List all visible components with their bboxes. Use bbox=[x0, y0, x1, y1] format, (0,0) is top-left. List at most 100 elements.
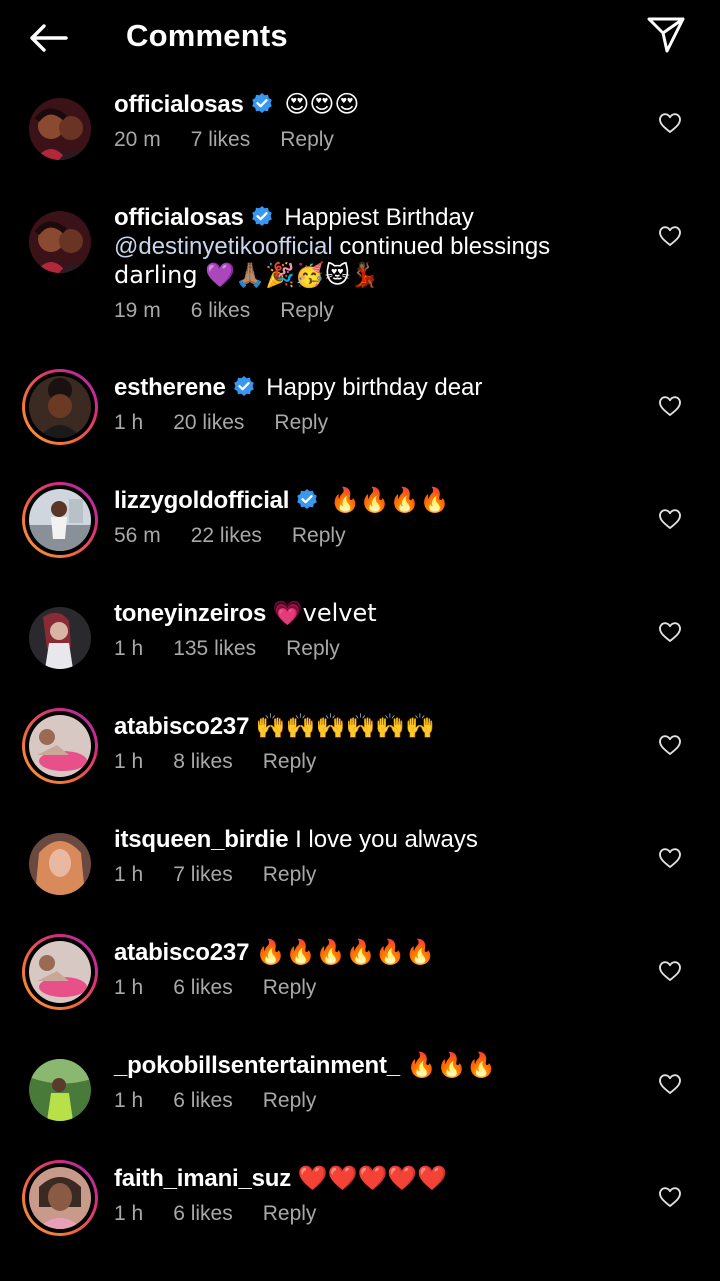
comment-text: 💗velvet bbox=[272, 599, 377, 627]
share-button[interactable] bbox=[642, 12, 690, 58]
comment-likes[interactable]: 6 likes bbox=[173, 975, 233, 1001]
heart-icon[interactable] bbox=[658, 734, 682, 756]
comment-body: officialosas 😍😍😍 20 m 7 likes Reply bbox=[114, 90, 614, 153]
comment-username[interactable]: officialosas bbox=[114, 91, 244, 118]
comment-likes[interactable]: 7 likes bbox=[191, 127, 251, 153]
heart-icon[interactable] bbox=[658, 621, 682, 643]
avatar-photo bbox=[29, 941, 91, 1003]
page-title: Comments bbox=[126, 18, 288, 53]
comment-text: continued blessings bbox=[332, 233, 551, 260]
comment-likes[interactable]: 6 likes bbox=[191, 298, 251, 324]
reply-button[interactable]: Reply bbox=[292, 523, 346, 549]
comment-likes[interactable]: 135 likes bbox=[173, 636, 256, 662]
top-bar: Comments bbox=[0, 0, 720, 76]
comment-item: _pokobillsentertainment_ 🔥🔥🔥 1 h 6 likes R… bbox=[0, 1037, 720, 1150]
heart-icon[interactable] bbox=[658, 1186, 682, 1208]
comment-likes[interactable]: 6 likes bbox=[173, 1088, 233, 1114]
heart-icon[interactable] bbox=[658, 395, 682, 417]
reply-button[interactable]: Reply bbox=[286, 636, 340, 662]
verified-badge-icon bbox=[251, 93, 272, 113]
avatar[interactable] bbox=[22, 708, 98, 784]
comment-username[interactable]: estherene bbox=[114, 374, 226, 401]
avatar-photo bbox=[29, 715, 91, 777]
comment-text: darling 💜🙏🏽🎉🥳😻💃🏾 bbox=[114, 261, 380, 289]
comment-body: estherene Happy birthday dear 1 h 20 like… bbox=[114, 373, 614, 436]
comment-username[interactable]: _pokobillsentertainment_ bbox=[114, 1052, 400, 1079]
comment-username[interactable]: toneyinzeiros bbox=[114, 600, 266, 627]
comment-item: officialosas 😍😍😍 20 m 7 likes Reply bbox=[0, 76, 720, 189]
comment-username[interactable]: faith_imani_suz bbox=[114, 1165, 291, 1192]
avatar[interactable] bbox=[22, 1052, 98, 1128]
comment-body: officialosas Happiest Birthday @destinye… bbox=[114, 203, 614, 324]
comment-text: 🔥🔥🔥🔥🔥🔥 bbox=[255, 938, 436, 966]
comment-time: 1 h bbox=[114, 976, 144, 999]
reply-button[interactable]: Reply bbox=[263, 749, 317, 775]
back-button[interactable] bbox=[24, 16, 72, 60]
reply-button[interactable]: Reply bbox=[263, 1201, 317, 1227]
comment-time: 1 h bbox=[114, 411, 144, 434]
comment-meta: 56 m 22 likes Reply bbox=[114, 523, 614, 549]
comment-time: 1 h bbox=[114, 863, 144, 886]
comment-time: 19 m bbox=[114, 299, 161, 322]
comment-body: _pokobillsentertainment_ 🔥🔥🔥 1 h 6 likes R… bbox=[114, 1051, 614, 1114]
verified-badge-icon bbox=[297, 489, 318, 509]
comment-likes[interactable]: 7 likes bbox=[173, 862, 233, 888]
comment-item: estherene Happy birthday dear 1 h 20 like… bbox=[0, 359, 720, 472]
comment-username[interactable]: atabisco237 bbox=[114, 713, 249, 740]
comment-item: toneyinzeiros 💗velvet 1 h 135 likes Reply bbox=[0, 585, 720, 698]
comment-item: itsqueen_birdie I love you always 1 h 7 l… bbox=[0, 811, 720, 924]
comment-text: ❤️❤️❤️❤️❤️ bbox=[297, 1164, 448, 1192]
comment-username[interactable]: atabisco237 bbox=[114, 939, 249, 966]
comment-time: 1 h bbox=[114, 1202, 144, 1225]
comment-item: atabisco237 🙌🙌🙌🙌🙌🙌 1 h 8 likes Reply bbox=[0, 698, 720, 811]
comment-meta: 1 h 8 likes Reply bbox=[114, 749, 614, 775]
heart-icon[interactable] bbox=[658, 1073, 682, 1095]
reply-button[interactable]: Reply bbox=[263, 1088, 317, 1114]
comment-body: itsqueen_birdie I love you always 1 h 7 l… bbox=[114, 825, 614, 888]
comment-text: Happy birthday dear bbox=[266, 374, 483, 401]
reply-button[interactable]: Reply bbox=[280, 127, 334, 153]
comment-likes[interactable]: 20 likes bbox=[173, 410, 244, 436]
reply-button[interactable]: Reply bbox=[280, 298, 334, 324]
comment-meta: 1 h 7 likes Reply bbox=[114, 862, 614, 888]
comment-username[interactable]: lizzygoldofficial bbox=[114, 487, 289, 514]
avatar[interactable] bbox=[22, 826, 98, 902]
heart-icon[interactable] bbox=[658, 847, 682, 869]
comment-time: 20 m bbox=[114, 128, 161, 151]
comment-text: 😍😍😍 bbox=[284, 90, 360, 118]
avatar[interactable] bbox=[22, 369, 98, 445]
comment-text: Happiest Birthday bbox=[284, 204, 474, 231]
reply-button[interactable]: Reply bbox=[274, 410, 328, 436]
reply-button[interactable]: Reply bbox=[263, 862, 317, 888]
comment-time: 56 m bbox=[114, 524, 161, 547]
mention-link[interactable]: @destinyetikoofficial bbox=[114, 233, 333, 260]
comment-likes[interactable]: 6 likes bbox=[173, 1201, 233, 1227]
reply-button[interactable]: Reply bbox=[263, 975, 317, 1001]
comment-body: atabisco237 🔥🔥🔥🔥🔥🔥 1 h 6 likes Reply bbox=[114, 938, 614, 1001]
comment-meta: 1 h 20 likes Reply bbox=[114, 410, 614, 436]
comment-username[interactable]: officialosas bbox=[114, 204, 244, 231]
heart-icon[interactable] bbox=[658, 960, 682, 982]
comment-meta: 1 h 135 likes Reply bbox=[114, 636, 614, 662]
avatar[interactable] bbox=[22, 600, 98, 676]
comment-username[interactable]: itsqueen_birdie bbox=[114, 826, 289, 853]
avatar[interactable] bbox=[22, 934, 98, 1010]
comment-likes[interactable]: 22 likes bbox=[191, 523, 262, 549]
arrow-left-icon bbox=[30, 24, 68, 52]
avatar[interactable] bbox=[22, 91, 98, 167]
comment-likes[interactable]: 8 likes bbox=[173, 749, 233, 775]
avatar[interactable] bbox=[22, 482, 98, 558]
heart-icon[interactable] bbox=[658, 112, 682, 134]
heart-icon[interactable] bbox=[658, 508, 682, 530]
comment-body: lizzygoldofficial 🔥🔥🔥🔥 56 m 22 likes Reply bbox=[114, 486, 614, 549]
avatar[interactable] bbox=[22, 1160, 98, 1236]
comment-text: 🔥🔥🔥🔥 bbox=[329, 486, 450, 514]
comment-item: officialosas Happiest Birthday @destinye… bbox=[0, 189, 720, 359]
avatar[interactable] bbox=[22, 204, 98, 280]
comment-meta: 1 h 6 likes Reply bbox=[114, 975, 614, 1001]
avatar-photo bbox=[29, 98, 91, 160]
heart-icon[interactable] bbox=[658, 225, 682, 247]
avatar-photo bbox=[29, 376, 91, 438]
comment-text: 🔥🔥🔥 bbox=[406, 1051, 497, 1079]
comment-text: 🙌🙌🙌🙌🙌🙌 bbox=[255, 712, 436, 740]
